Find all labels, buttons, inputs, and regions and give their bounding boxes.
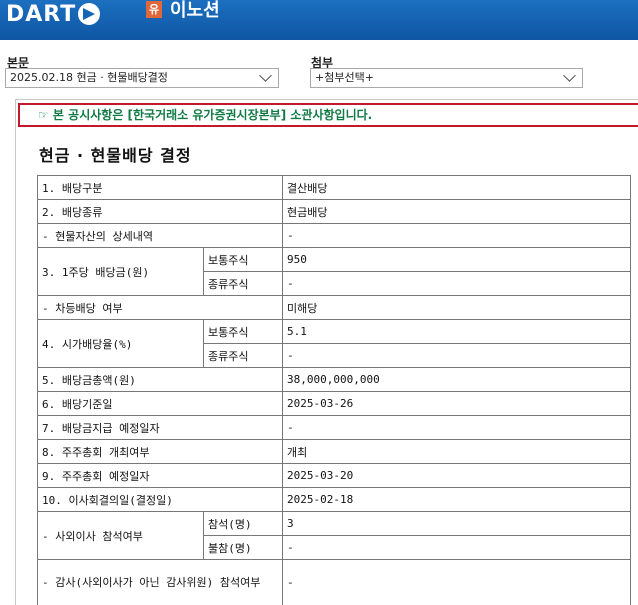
row-label: - 사외이사 참석여부 — [37, 511, 204, 560]
attach-select[interactable]: +첨부선택+ — [310, 68, 583, 88]
table-row: 10. 이사회결의일(결정일) 2025-02-18 — [37, 487, 631, 512]
table-row: 7. 배당금지급 예정일자 - — [37, 415, 631, 440]
row-label: 6. 배당기준일 — [37, 391, 283, 416]
row-sublabel: 참석(명) — [203, 511, 283, 536]
row-label: 2. 배당종류 — [37, 199, 283, 224]
row-label: 7. 배당금지급 예정일자 — [37, 415, 283, 440]
company-name: 이노션 — [170, 0, 220, 21]
table-row: - 차등배당 여부 미해당 — [37, 295, 631, 320]
row-label: - 감사(사외이사가 아닌 감사위원) 참석여부 — [37, 559, 283, 605]
dart-logo[interactable]: DART — [6, 1, 101, 27]
table-row: 6. 배당기준일 2025-03-26 — [37, 391, 631, 416]
table-row: - 현물자산의 상세내역 - — [37, 223, 631, 248]
row-value: - — [282, 271, 631, 296]
company-badge: 유 — [146, 1, 162, 18]
row-value: 2025-03-20 — [282, 463, 631, 488]
notice-banner: ☞ 본 공시사항은 [한국거래소 유가증권시장본부] 소관사항입니다. — [18, 103, 638, 127]
row-sublabel: 불참(명) — [203, 535, 283, 560]
table-row: 9. 주주총회 예정일자 2025-03-20 — [37, 463, 631, 488]
row-value: - — [282, 223, 631, 248]
document-frame: ☞ 본 공시사항은 [한국거래소 유가증권시장본부] 소관사항입니다. 현금 ·… — [15, 99, 638, 605]
row-sublabel: 종류주식 — [203, 271, 283, 296]
row-value: 2025-02-18 — [282, 487, 631, 512]
table-row: 3. 1주당 배당금(원) 보통주식 950 — [37, 247, 631, 296]
row-value: - — [282, 559, 631, 605]
logo-mark-icon — [78, 3, 101, 25]
document-title: 현금 · 현물배당 결정 — [39, 146, 192, 165]
row-value: 현금배당 — [282, 199, 631, 224]
table-row: 5. 배당금총액(원) 38,000,000,000 — [37, 367, 631, 392]
row-sublabel: 종류주식 — [203, 343, 283, 368]
table-row: 4. 시가배당율(%) 보통주식 5.1 — [37, 319, 631, 368]
row-label: 10. 이사회결의일(결정일) — [37, 487, 283, 512]
row-value: - — [282, 415, 631, 440]
row-label: 8. 주주총회 개최여부 — [37, 439, 283, 464]
row-value: 결산배당 — [282, 175, 631, 200]
row-value: - — [282, 535, 631, 560]
row-label: 1. 배당구분 — [37, 175, 283, 200]
row-value: 미해당 — [282, 295, 631, 320]
top-bar: DART 유 이노션 — [0, 0, 638, 40]
attach-select-value: +첨부선택+ — [315, 71, 374, 84]
row-value: 3 — [282, 511, 631, 536]
row-label: 4. 시가배당율(%) — [37, 319, 204, 368]
table-row: 2. 배당종류 현금배당 — [37, 199, 631, 224]
body-select[interactable]: 2025.02.18 현금 · 현물배당결정 — [5, 68, 279, 88]
table-row: - 사외이사 참석여부 참석(명) 3 — [37, 511, 631, 560]
row-sublabel: 보통주식 — [203, 247, 283, 272]
row-label: - 차등배당 여부 — [37, 295, 283, 320]
row-value: - — [282, 343, 631, 368]
row-label: - 현물자산의 상세내역 — [37, 223, 283, 248]
row-value: 5.1 — [282, 319, 631, 344]
dividend-table: 1. 배당구분 결산배당 2. 배당종류 현금배당 - 현물자산의 상세내역 -… — [37, 175, 631, 605]
body-select-value: 2025.02.18 현금 · 현물배당결정 — [10, 71, 168, 84]
logo-text: DART — [6, 1, 77, 27]
row-sublabel: 보통주식 — [203, 319, 283, 344]
row-value: 38,000,000,000 — [282, 367, 631, 392]
table-row: 1. 배당구분 결산배당 — [37, 175, 631, 200]
row-value: 950 — [282, 247, 631, 272]
row-value: 개최 — [282, 439, 631, 464]
chevron-down-icon — [259, 69, 272, 82]
row-label: 5. 배당금총액(원) — [37, 367, 283, 392]
table-row: - 감사(사외이사가 아닌 감사위원) 참석여부 - — [37, 559, 631, 605]
chevron-down-icon — [563, 69, 576, 82]
row-label: 3. 1주당 배당금(원) — [37, 247, 204, 296]
table-row: 8. 주주총회 개최여부 개최 — [37, 439, 631, 464]
row-label: 9. 주주총회 예정일자 — [37, 463, 283, 488]
row-value: 2025-03-26 — [282, 391, 631, 416]
